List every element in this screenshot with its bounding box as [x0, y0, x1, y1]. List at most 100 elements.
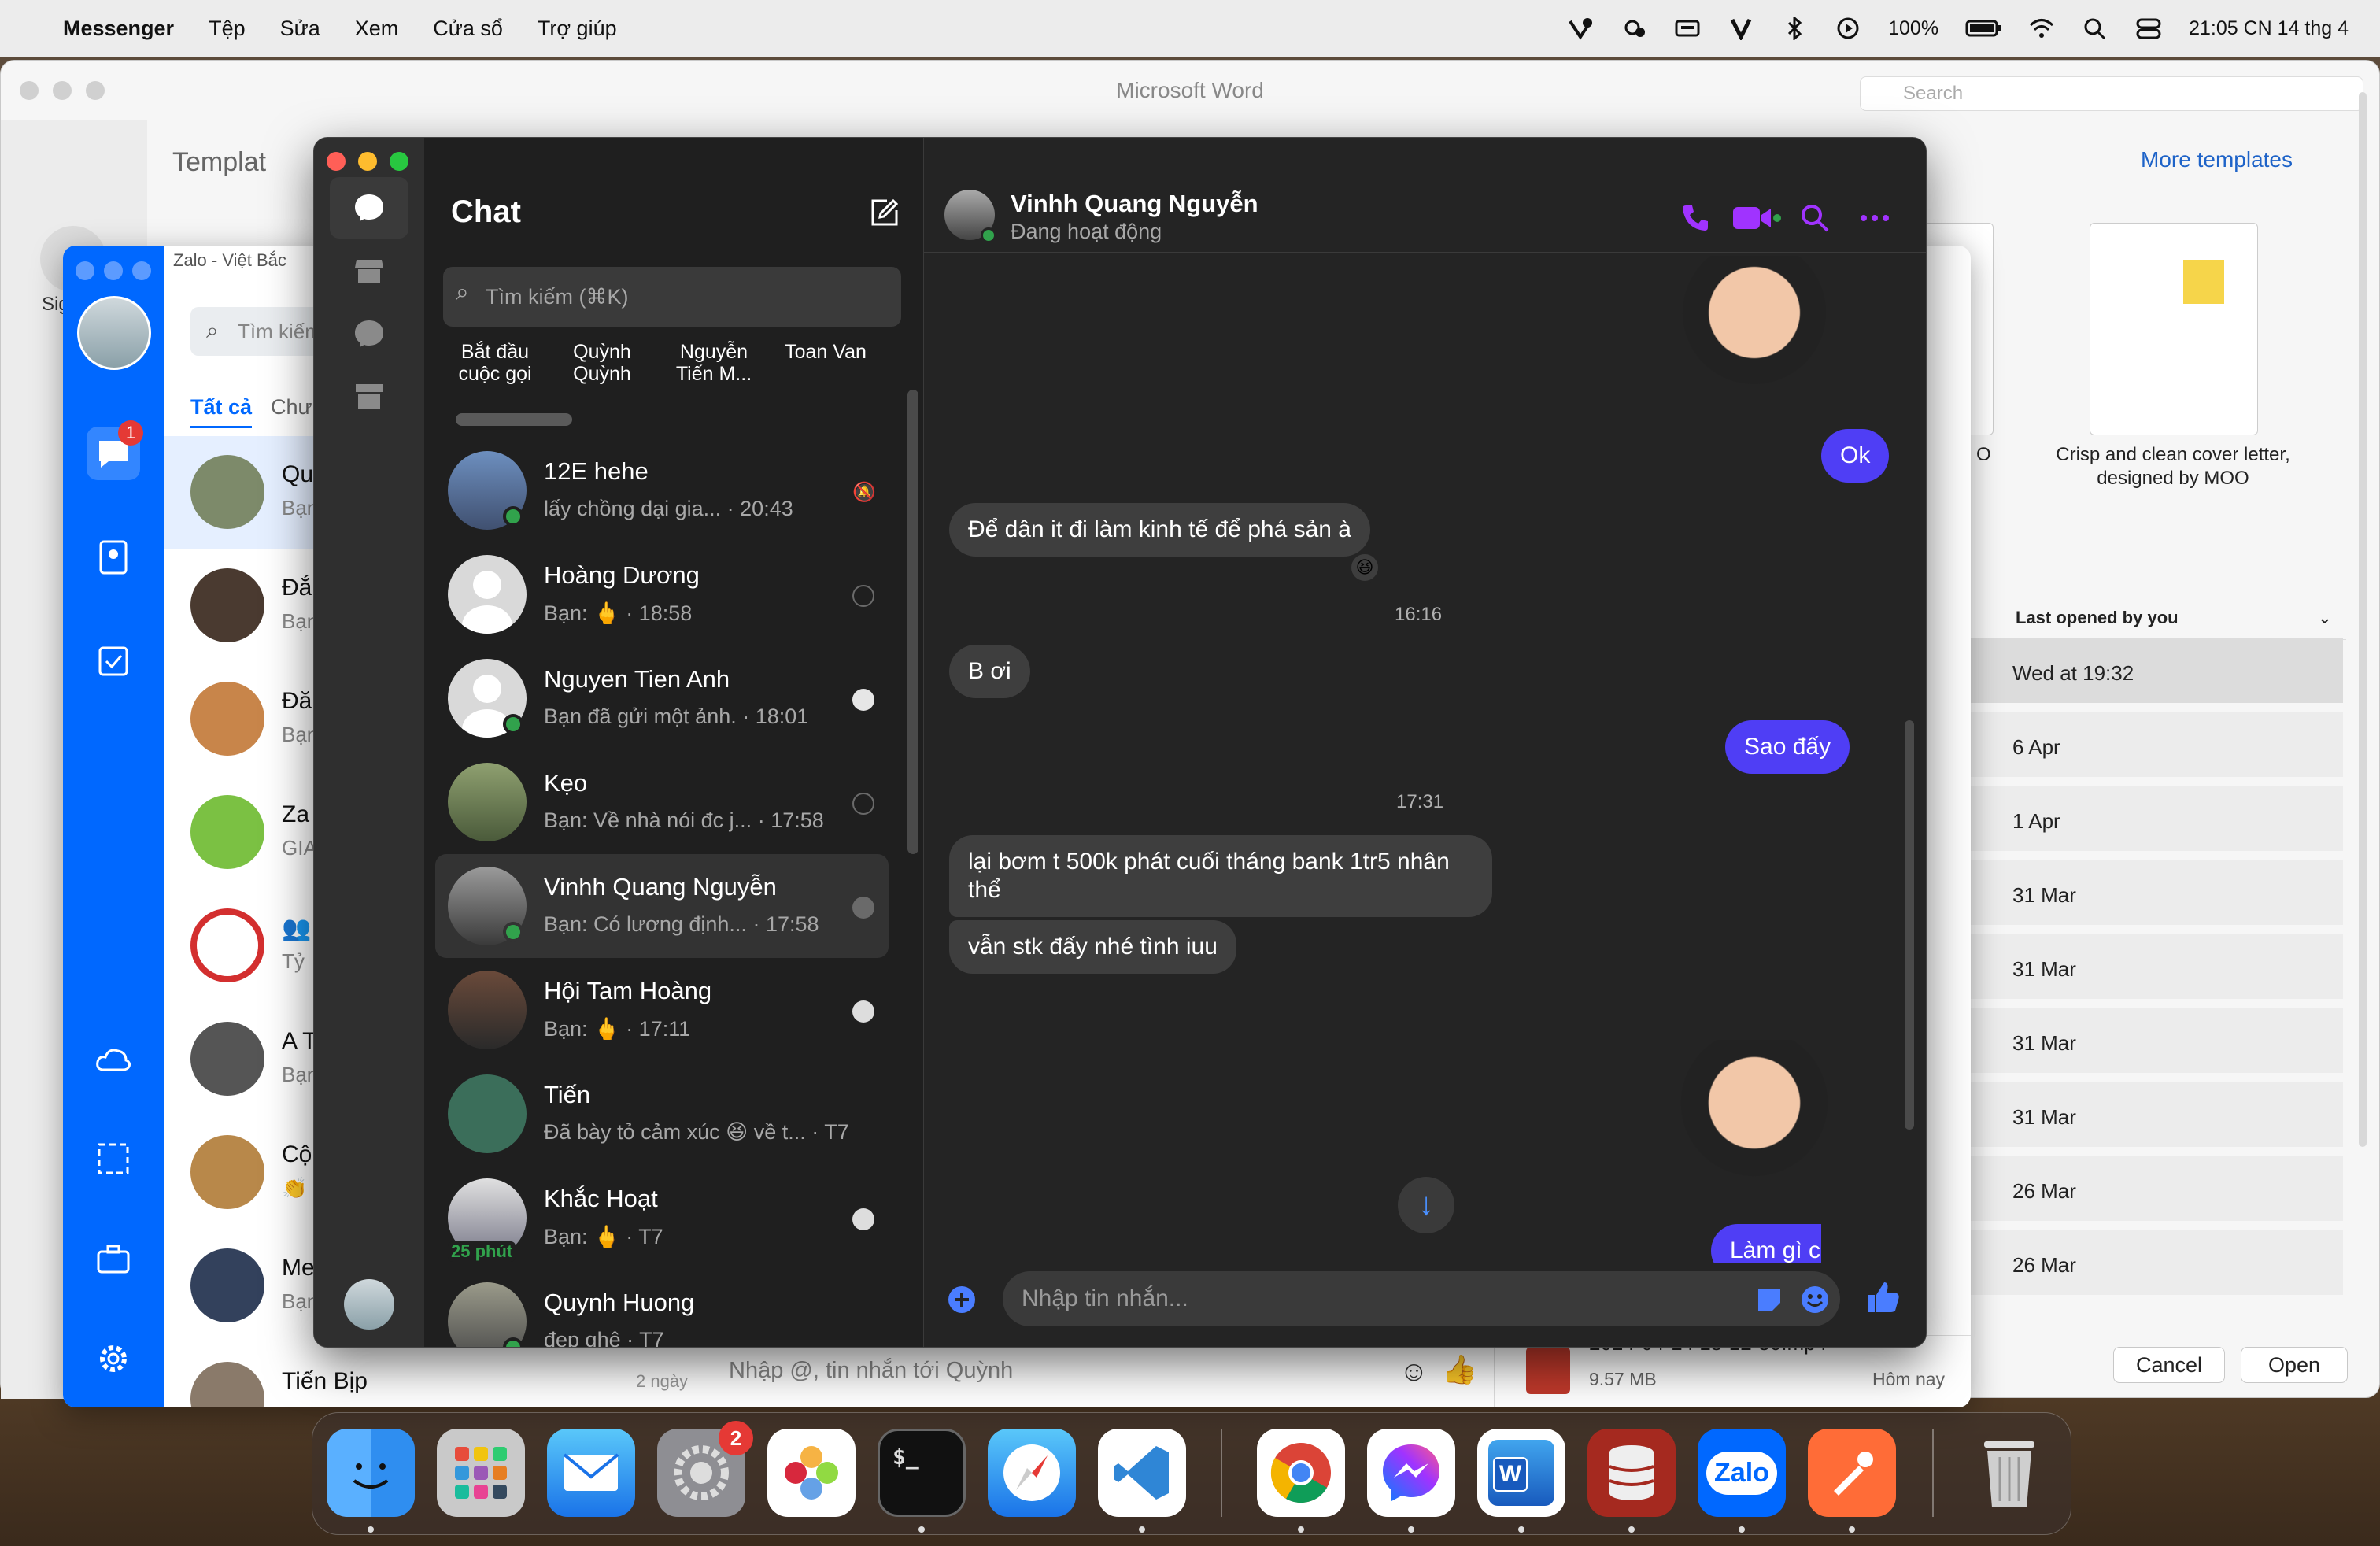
message-bubble-incoming[interactable]: vẫn stk đấy nhé tình iuu — [949, 920, 1236, 974]
dock-mail-icon[interactable] — [547, 1429, 635, 1517]
word-file-row[interactable]: 6 Apr — [1968, 712, 2343, 782]
message-bubble-outgoing[interactable]: Ok — [1821, 429, 1890, 483]
conversation-row[interactable]: Nguyen Tien Anh Bạn đã gửi một ảnh. · 18… — [435, 646, 889, 750]
word-search-input[interactable]: Search — [1860, 76, 2363, 111]
like-thumbs-up-icon[interactable] — [1865, 1279, 1901, 1315]
zalo-toolbox-icon[interactable] — [87, 1233, 140, 1286]
messenger-close-button[interactable] — [327, 152, 346, 171]
chat-list-scrollbar[interactable] — [907, 390, 918, 854]
word-file-row[interactable]: 26 Mar — [1968, 1230, 2343, 1300]
contact-name[interactable]: Vinhh Quang Nguyễn — [1011, 190, 1258, 218]
menu-help[interactable]: Trợ giúp — [538, 17, 617, 41]
quick-start-call[interactable]: Bắt đầu cuộc gọi — [440, 341, 550, 385]
memoji-sticker[interactable] — [1672, 256, 1837, 398]
conversation-row[interactable]: 25 phút Khắc Hoạt Bạn: 🖕 · T7 — [435, 1166, 889, 1270]
add-attachment-icon[interactable] — [946, 1284, 978, 1315]
zalo-message-input[interactable]: Nhập @, tin nhắn tới Quỳnh — [729, 1358, 1013, 1384]
dock-finder-icon[interactable] — [327, 1429, 415, 1517]
message-input[interactable]: Nhập tin nhắn... — [1003, 1271, 1840, 1326]
word-cancel-button[interactable]: Cancel — [2113, 1347, 2225, 1383]
conversation-row[interactable]: Kẹo Bạn: Về nhà nói đc j... · 17:58 — [435, 750, 889, 854]
bluetooth-icon[interactable] — [1781, 17, 1808, 40]
voice-call-icon[interactable] — [1680, 202, 1711, 234]
emoji-icon[interactable] — [1799, 1284, 1831, 1315]
chats-icon[interactable] — [330, 177, 408, 239]
zalo-zoom-button[interactable] — [132, 261, 151, 280]
word-sort-dropdown[interactable]: Last opened by you ⌄ — [2000, 596, 2346, 640]
word-file-row[interactable]: 1 Apr — [1968, 786, 2343, 856]
dock-database-icon[interactable] — [1587, 1429, 1676, 1517]
menu-view[interactable]: Xem — [355, 17, 399, 41]
word-open-button[interactable]: Open — [2241, 1347, 2348, 1383]
dock-zalo-icon[interactable]: Zalo — [1698, 1429, 1786, 1517]
zalo-messages-icon[interactable]: 1 — [87, 420, 143, 480]
dock-postman-icon[interactable] — [1808, 1429, 1896, 1517]
scroll-to-bottom-icon[interactable]: ↓ — [1398, 1177, 1454, 1233]
conversation-row[interactable]: Vinhh Quang Nguyễn Bạn: Có lương định...… — [435, 854, 889, 958]
zalo-settings-icon[interactable] — [87, 1332, 140, 1385]
menu-edit[interactable]: Sửa — [280, 17, 320, 41]
word-file-row[interactable]: Wed at 19:32 — [1968, 638, 2343, 708]
dock-word-icon[interactable]: W — [1477, 1429, 1565, 1517]
horizontal-scrollbar[interactable] — [456, 413, 572, 426]
thumbs-up-icon[interactable]: 👍 — [1442, 1353, 1477, 1386]
message-bubble-outgoing[interactable]: Sao đấy — [1725, 720, 1850, 774]
word-more-templates-link[interactable]: More templates — [2141, 147, 2293, 172]
messenger-minimize-button[interactable] — [358, 152, 377, 171]
archive-icon[interactable] — [330, 366, 408, 427]
emoji-icon[interactable]: ☺ — [1399, 1355, 1428, 1388]
quick-contact[interactable]: Nguyễn Tiến M... — [667, 341, 761, 385]
conversation-row[interactable]: Tiến Đã bày tỏ cảm xúc 😆 về t... · T7 — [435, 1062, 889, 1166]
dock-vscode-icon[interactable] — [1098, 1429, 1186, 1517]
zalo-cloud-icon[interactable] — [87, 1033, 140, 1086]
menu-window[interactable]: Cửa sổ — [433, 17, 503, 41]
dock-messenger-icon[interactable] — [1367, 1429, 1455, 1517]
zalo-minimize-button[interactable] — [104, 261, 123, 280]
word-file-row[interactable]: 31 Mar — [1968, 860, 2343, 930]
video-call-icon[interactable] — [1731, 204, 1782, 232]
zalo-conversation-row[interactable]: Tiến Bịp 2 ngày — [164, 1343, 715, 1407]
spotlight-search-icon[interactable] — [2082, 17, 2108, 40]
zalo-contacts-icon[interactable] — [87, 531, 140, 584]
word-file-row[interactable]: 26 Mar — [1968, 1156, 2343, 1226]
word-file-row[interactable]: 31 Mar — [1968, 934, 2343, 1004]
quick-contact[interactable]: Quỳnh Quỳnh — [555, 341, 649, 385]
menu-clock[interactable]: 21:05 CN 14 thg 4 — [2189, 17, 2349, 40]
search-in-conversation-icon[interactable] — [1799, 202, 1831, 234]
reaction-emoji[interactable]: 😆 — [1349, 552, 1380, 583]
conversation-row[interactable]: Hoàng Dương Bạn: 🖕 · 18:58 — [435, 542, 889, 646]
messenger-search-input[interactable]: Tìm kiếm (⌘K) — [443, 267, 901, 327]
message-requests-icon[interactable] — [330, 303, 408, 364]
new-message-icon[interactable] — [870, 198, 900, 227]
sticker-icon[interactable] — [1755, 1285, 1783, 1314]
avatar[interactable] — [344, 1279, 394, 1330]
word-file-row[interactable]: 31 Mar — [1968, 1008, 2343, 1078]
message-bubble-incoming[interactable]: lại bơm t 500k phát cuối tháng bank 1tr5… — [949, 835, 1492, 917]
dock-chrome-icon[interactable] — [1257, 1429, 1345, 1517]
conversation-row[interactable]: Quynh Huong đẹp ghê · T7 — [435, 1270, 889, 1347]
dock-terminal-icon[interactable]: $_ — [878, 1429, 966, 1517]
wifi-icon[interactable] — [2028, 17, 2055, 40]
control-center-icon[interactable] — [2135, 17, 2162, 40]
conversation-row[interactable]: Hội Tam Hoàng Bạn: 🖕 · 17:11 — [435, 958, 889, 1062]
word-template-moo[interactable] — [2090, 223, 2258, 435]
zalo-tab-unread[interactable]: Chư — [271, 395, 312, 420]
zalo-tab-all[interactable]: Tất cả — [190, 395, 253, 428]
more-options-icon[interactable] — [1859, 213, 1890, 223]
zalo-close-button[interactable] — [76, 261, 94, 280]
dock-launchpad-icon[interactable] — [437, 1429, 525, 1517]
zalo-todo-icon[interactable] — [87, 634, 140, 688]
weather-icon[interactable] — [1621, 17, 1647, 40]
menu-app-name[interactable]: Messenger — [63, 17, 174, 41]
message-bubble-incoming[interactable]: B ơi — [949, 645, 1030, 698]
keyboard-icon[interactable] — [1674, 17, 1701, 40]
dock-photos-icon[interactable] — [767, 1429, 856, 1517]
word-scrollbar[interactable] — [2359, 92, 2367, 1147]
dock-trash-icon[interactable] — [1965, 1429, 2053, 1517]
dock-system-settings-icon[interactable]: 2 — [657, 1421, 753, 1517]
marketplace-icon[interactable] — [330, 240, 408, 301]
battery-icon[interactable] — [1965, 17, 2001, 40]
media-play-icon[interactable] — [1835, 17, 1861, 40]
conversation-row[interactable]: 12E hehe lấy chồng dại gia... · 20:43 🔕 — [435, 438, 889, 542]
menu-file[interactable]: Tệp — [209, 17, 246, 41]
